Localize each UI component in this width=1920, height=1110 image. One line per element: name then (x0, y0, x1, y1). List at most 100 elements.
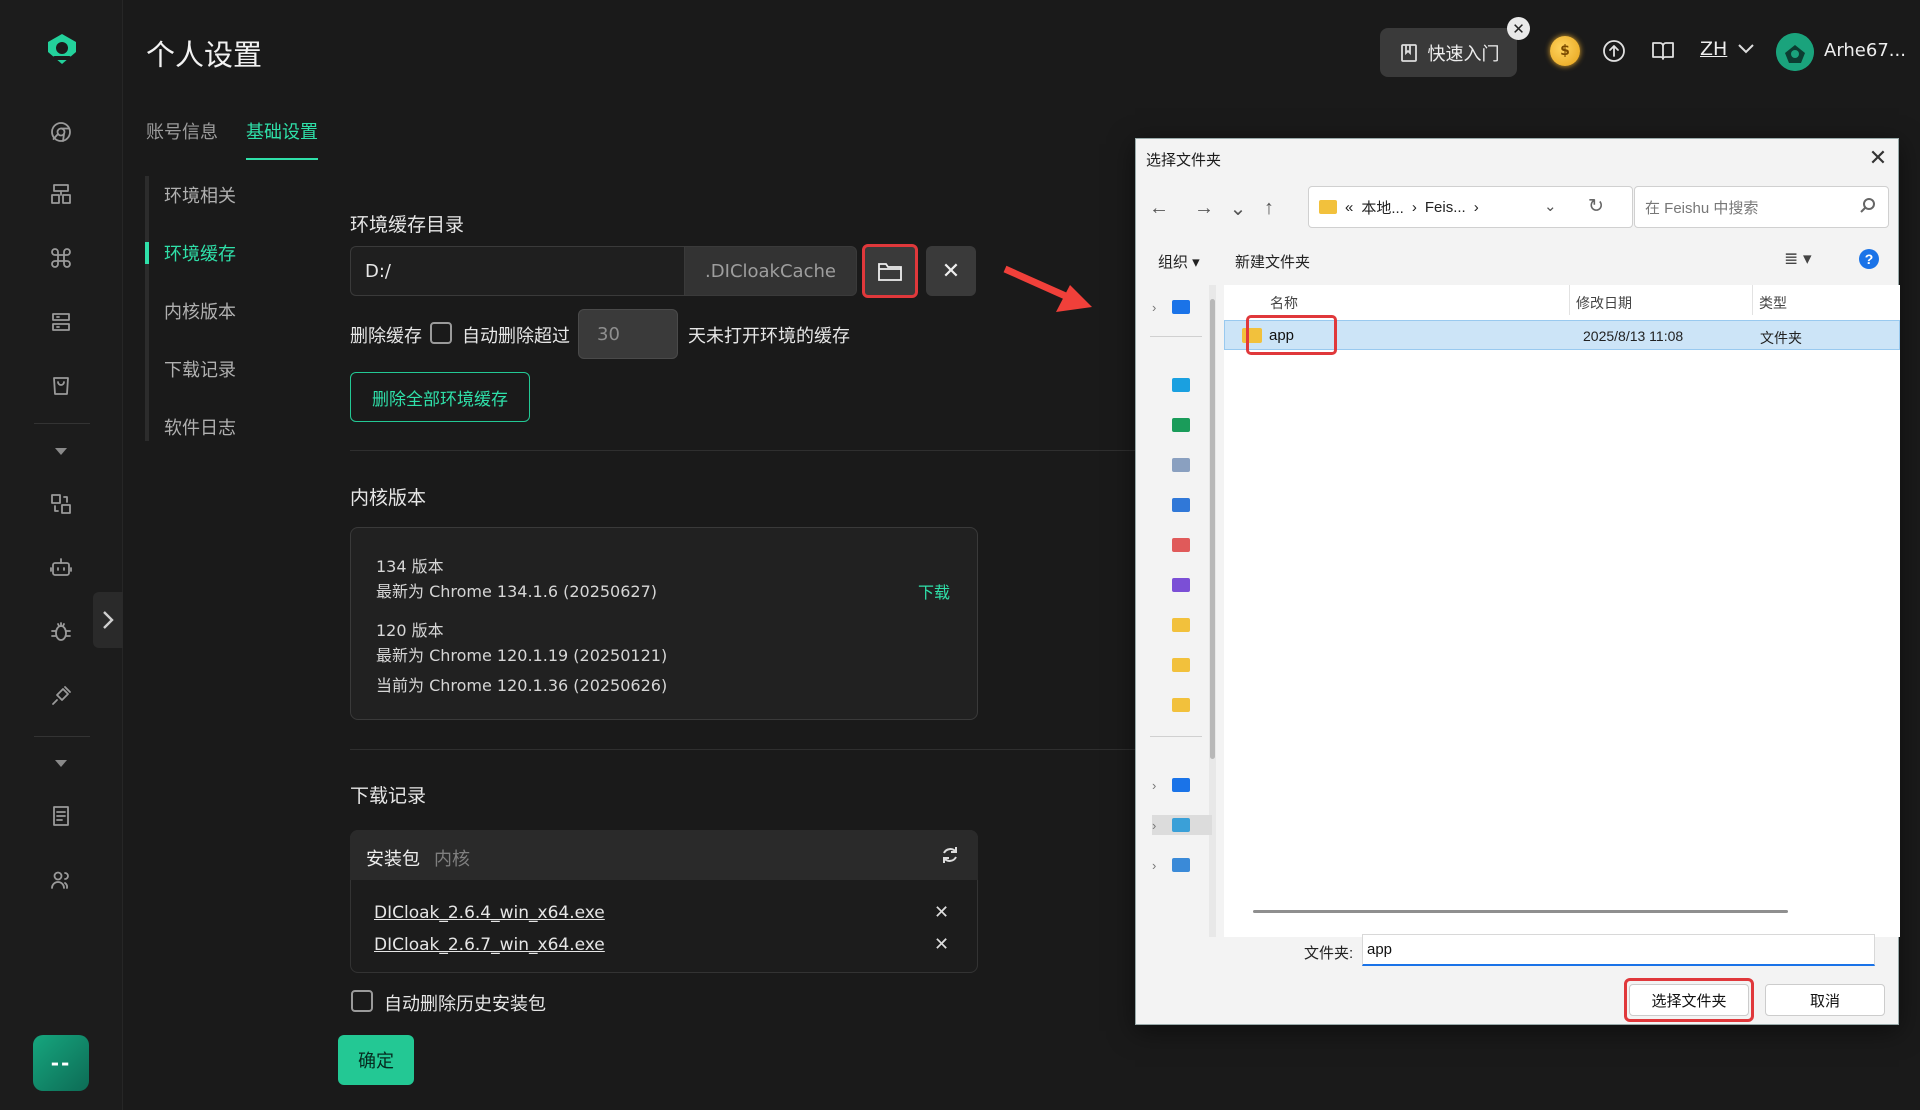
username[interactable]: Arhe67... (1824, 40, 1906, 61)
avatar[interactable] (1776, 33, 1814, 71)
view-options-button[interactable]: ≣ ▾ (1784, 249, 1812, 269)
auto-delete-installers-checkbox[interactable] (351, 990, 373, 1012)
command-icon[interactable] (45, 242, 77, 274)
tree-item-onedrive[interactable]: › (1152, 297, 1212, 317)
chevron-down-icon[interactable] (52, 444, 70, 458)
chevron-down-icon[interactable] (52, 756, 70, 770)
subnav-item-logs[interactable]: 软件日志 (164, 414, 236, 440)
new-folder-button[interactable]: 新建文件夹 (1235, 251, 1310, 272)
tree-divider (1150, 736, 1202, 737)
tab-installer[interactable]: 安装包 (366, 845, 420, 871)
download-icon (1172, 418, 1190, 432)
kernel-download-link[interactable]: 下载 (918, 579, 950, 603)
tree-item-this-pc[interactable]: › (1152, 815, 1212, 835)
workspace-chip[interactable]: -- (33, 1035, 89, 1091)
cancel-button[interactable]: 取消 (1765, 984, 1885, 1016)
refresh-icon[interactable] (940, 845, 962, 867)
search-input[interactable]: 在 Feishu 中搜索 (1634, 186, 1889, 228)
browse-folder-button[interactable] (862, 244, 918, 298)
picture-icon (1172, 498, 1190, 512)
cart-icon[interactable] (45, 370, 77, 402)
kernel-title: 内核版本 (350, 487, 427, 509)
organize-menu[interactable]: 组织 ▾ (1158, 251, 1200, 272)
search-icon[interactable] (1860, 197, 1878, 215)
desktop-icon (1172, 378, 1190, 392)
confirm-button[interactable]: 确定 (338, 1035, 414, 1085)
breadcrumb-separator: › (1411, 198, 1417, 216)
tab-account-info[interactable]: 账号信息 (146, 118, 218, 158)
expand-rail-button[interactable] (93, 592, 123, 648)
clear-path-button[interactable]: ✕ (926, 246, 976, 296)
download-file-link[interactable]: DICloak_2.6.7_win_x64.exe (374, 935, 605, 955)
tree-item-folder[interactable] (1152, 615, 1212, 635)
folder-name-input[interactable]: app (1362, 934, 1875, 966)
close-icon[interactable]: ✕ (1507, 17, 1530, 40)
server-icon[interactable] (45, 306, 77, 338)
recent-locations-icon[interactable]: ⌄ (1225, 195, 1251, 221)
language-selector[interactable]: ZH (1700, 38, 1755, 60)
subnav-item-downloads[interactable]: 下载记录 (164, 356, 236, 382)
breadcrumb-item[interactable]: 本地... (1361, 197, 1404, 218)
refresh-icon[interactable]: ↻ (1588, 195, 1604, 218)
address-dropdown-icon[interactable]: ⌄ (1544, 197, 1557, 215)
tree-item-music[interactable] (1152, 535, 1212, 555)
address-bar[interactable]: « 本地... › Feis... › (1308, 186, 1633, 228)
tree-scrollbar-thumb[interactable] (1210, 299, 1215, 759)
team-icon[interactable] (45, 864, 77, 896)
breadcrumb-overflow[interactable]: « (1345, 199, 1353, 216)
expand-arrow-icon[interactable]: › (1152, 858, 1162, 873)
download-file-link[interactable]: DICloak_2.6.4_win_x64.exe (374, 903, 605, 923)
column-header-modified[interactable]: 修改日期 (1576, 293, 1632, 313)
upload-icon[interactable] (1601, 38, 1627, 64)
annotation-highlight (1246, 315, 1337, 355)
tree-item-folder[interactable] (1152, 695, 1212, 715)
column-separator[interactable] (1752, 285, 1753, 315)
transfer-icon[interactable] (45, 488, 77, 520)
close-icon[interactable]: ✕ (1863, 145, 1893, 171)
expand-arrow-icon[interactable]: › (1152, 300, 1162, 315)
subnav-item-env[interactable]: 环境相关 (164, 182, 236, 208)
notes-icon[interactable] (45, 800, 77, 832)
back-arrow-icon[interactable]: ← (1146, 195, 1172, 221)
delete-cache-label: 删除缓存 (350, 326, 422, 347)
tree-item-network[interactable]: › (1152, 855, 1212, 875)
bug-icon[interactable] (45, 616, 77, 648)
layout-icon[interactable] (45, 178, 77, 210)
delete-all-cache-button[interactable]: 删除全部环境缓存 (350, 372, 530, 422)
plug-icon[interactable] (45, 680, 77, 712)
browser-icon[interactable] (45, 116, 77, 148)
forward-arrow-icon[interactable]: → (1191, 195, 1217, 221)
cache-path-input[interactable]: D:/ (350, 246, 684, 296)
tree-item-cloud[interactable]: › (1152, 775, 1212, 795)
subnav-active-indicator (145, 242, 149, 264)
remove-file-icon[interactable]: ✕ (934, 934, 949, 955)
app-logo-icon[interactable] (43, 30, 81, 68)
robot-icon[interactable] (45, 552, 77, 584)
docs-book-icon[interactable] (1650, 38, 1676, 64)
subnav-item-kernel[interactable]: 内核版本 (164, 298, 236, 324)
column-header-type[interactable]: 类型 (1759, 293, 1787, 313)
expand-arrow-icon[interactable]: › (1152, 818, 1162, 833)
auto-delete-checkbox[interactable] (430, 322, 452, 344)
tab-basic-settings[interactable]: 基础设置 (246, 118, 318, 160)
days-input[interactable]: 30 (578, 309, 678, 359)
tree-item-desktop[interactable] (1152, 375, 1212, 395)
tree-item-folder[interactable] (1152, 655, 1212, 675)
column-separator[interactable] (1569, 285, 1570, 315)
remove-file-icon[interactable]: ✕ (934, 902, 949, 923)
downloads-title: 下载记录 (350, 785, 427, 807)
tree-item-pictures[interactable] (1152, 495, 1212, 515)
expand-arrow-icon[interactable]: › (1152, 778, 1162, 793)
horizontal-scrollbar[interactable] (1253, 910, 1788, 913)
tab-kernel[interactable]: 内核 (434, 845, 470, 871)
breadcrumb-item[interactable]: Feis... (1425, 199, 1466, 216)
tree-item-videos[interactable] (1152, 575, 1212, 595)
subnav-item-env-cache[interactable]: 环境缓存 (164, 240, 236, 266)
up-arrow-icon[interactable]: ↑ (1256, 195, 1282, 221)
tree-item-documents[interactable] (1152, 455, 1212, 475)
help-icon[interactable]: ? (1859, 249, 1879, 269)
column-header-name[interactable]: 名称 (1270, 293, 1298, 313)
coin-icon[interactable]: $ (1550, 36, 1580, 66)
quickstart-button[interactable]: 快速入门 (1380, 28, 1517, 77)
tree-item-downloads[interactable] (1152, 415, 1212, 435)
